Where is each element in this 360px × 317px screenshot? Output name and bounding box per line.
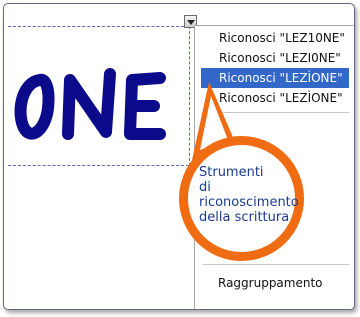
callout-pointer [192,82,236,160]
window-frame: Riconosci "LEZ10NE" Riconosci "LEZI0NE" … [3,3,355,310]
callout-text: Strumenti di riconoscimento della scritt… [199,165,309,225]
ink-canvas[interactable]: Riconosci "LEZ10NE" Riconosci "LEZI0NE" … [4,4,354,309]
callout-line-2: di riconoscimento [199,180,299,210]
callout-line-1: Strumenti [199,165,264,180]
callout-line-3: della scrittura [199,210,290,225]
